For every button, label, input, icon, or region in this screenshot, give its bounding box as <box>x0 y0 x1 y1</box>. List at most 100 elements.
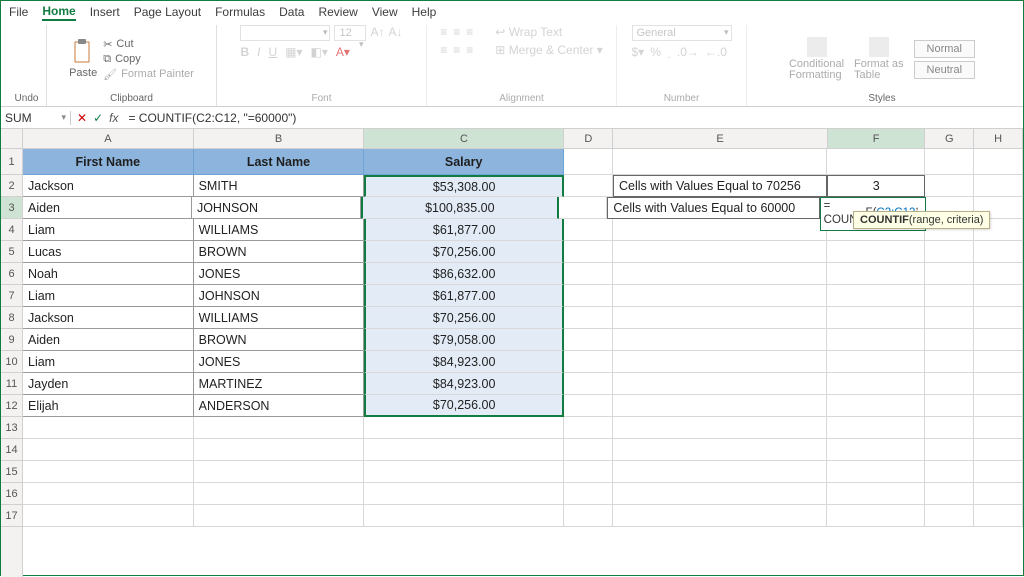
cell-g1[interactable] <box>925 149 974 175</box>
cell-a6[interactable]: Noah <box>23 263 194 285</box>
cell-b17[interactable] <box>194 505 365 527</box>
cell-h10[interactable] <box>974 351 1023 373</box>
cell-g10[interactable] <box>925 351 974 373</box>
cell-c15[interactable] <box>364 461 564 483</box>
cell-d1[interactable] <box>564 149 613 175</box>
cell-a2[interactable]: Jackson <box>23 175 194 197</box>
row-header-2[interactable]: 2 <box>1 175 22 197</box>
menu-help[interactable]: Help <box>412 5 437 19</box>
cell-g6[interactable] <box>925 263 974 285</box>
row-header-5[interactable]: 5 <box>1 241 22 263</box>
cell-f5[interactable] <box>827 241 925 263</box>
cell-a7[interactable]: Liam <box>23 285 194 307</box>
row-header-1[interactable]: 1 <box>1 149 22 175</box>
format-painter-button[interactable]: 🖌 Format Painter <box>103 68 194 81</box>
cell-e14[interactable] <box>613 439 827 461</box>
cell-f1[interactable] <box>827 149 925 175</box>
cell-g7[interactable] <box>925 285 974 307</box>
align-top-icon[interactable]: ≡ <box>440 25 447 39</box>
cell-c9[interactable]: $79,058.00 <box>364 329 564 351</box>
comma-icon[interactable]: ˏ <box>667 45 671 59</box>
col-header-d[interactable]: D <box>564 129 613 148</box>
cell-h14[interactable] <box>974 439 1023 461</box>
cell-h17[interactable] <box>974 505 1023 527</box>
cell-b11[interactable]: MARTINEZ <box>194 373 365 395</box>
cell-g12[interactable] <box>925 395 974 417</box>
cell-h2[interactable] <box>974 175 1023 197</box>
cell-g13[interactable] <box>925 417 974 439</box>
select-all-corner[interactable] <box>1 129 22 149</box>
cell-g8[interactable] <box>925 307 974 329</box>
row-header-7[interactable]: 7 <box>1 285 22 307</box>
wrap-text-button[interactable]: ↩ Wrap Text <box>495 25 562 39</box>
col-header-a[interactable]: A <box>23 129 194 148</box>
increase-font-icon[interactable]: A↑ <box>370 25 384 41</box>
cell-b8[interactable]: WILLIAMS <box>194 307 365 329</box>
font-family-combo[interactable] <box>240 25 330 41</box>
cell-d3[interactable] <box>559 197 608 219</box>
cell-c5[interactable]: $70,256.00 <box>364 241 564 263</box>
cell-c2[interactable]: $53,308.00 <box>364 175 564 197</box>
cell-e4[interactable] <box>613 219 827 241</box>
cell-g14[interactable] <box>925 439 974 461</box>
cell-g2[interactable] <box>925 175 974 197</box>
row-header-10[interactable]: 10 <box>1 351 22 373</box>
cut-button[interactable]: ✂ Cut <box>103 38 194 51</box>
cell-b2[interactable]: SMITH <box>194 175 365 197</box>
cell-e7[interactable] <box>613 285 827 307</box>
cell-e15[interactable] <box>613 461 827 483</box>
cell-a14[interactable] <box>23 439 194 461</box>
font-size-combo[interactable]: 12 <box>334 25 366 41</box>
cell-d5[interactable] <box>564 241 613 263</box>
cell-g15[interactable] <box>925 461 974 483</box>
col-header-e[interactable]: E <box>613 129 828 148</box>
cell-a13[interactable] <box>23 417 194 439</box>
cell-a4[interactable]: Liam <box>23 219 194 241</box>
col-header-g[interactable]: G <box>925 129 974 148</box>
cell-c12[interactable]: $70,256.00 <box>364 395 564 417</box>
cell-c8[interactable]: $70,256.00 <box>364 307 564 329</box>
cell-e8[interactable] <box>613 307 827 329</box>
cell-g5[interactable] <box>925 241 974 263</box>
cell-a12[interactable]: Elijah <box>23 395 194 417</box>
cell-d14[interactable] <box>564 439 613 461</box>
copy-button[interactable]: ⧉ Copy <box>103 53 194 66</box>
cell-e3[interactable]: Cells with Values Equal to 60000 <box>607 197 819 219</box>
cell-h5[interactable] <box>974 241 1023 263</box>
menu-formulas[interactable]: Formulas <box>215 5 265 19</box>
cell-a8[interactable]: Jackson <box>23 307 194 329</box>
row-headers[interactable]: 1 2 3 4 5 6 7 8 9 10 11 12 13 14 15 16 1… <box>1 129 23 577</box>
row-header-6[interactable]: 6 <box>1 263 22 285</box>
inc-decimal-icon[interactable]: .0→ <box>677 45 699 59</box>
cell-f7[interactable] <box>827 285 925 307</box>
cell-c11[interactable]: $84,923.00 <box>364 373 564 395</box>
cell-d12[interactable] <box>564 395 613 417</box>
currency-icon[interactable]: $▾ <box>632 45 645 59</box>
cell-d4[interactable] <box>564 219 613 241</box>
cell-c13[interactable] <box>364 417 564 439</box>
worksheet[interactable]: 1 2 3 4 5 6 7 8 9 10 11 12 13 14 15 16 1… <box>1 129 1023 577</box>
row-header-17[interactable]: 17 <box>1 505 22 527</box>
cell-d11[interactable] <box>564 373 613 395</box>
cell-e9[interactable] <box>613 329 827 351</box>
format-as-table-button[interactable]: Format as Table <box>854 37 904 81</box>
cell-e16[interactable] <box>613 483 827 505</box>
cell-e12[interactable] <box>613 395 827 417</box>
cell-d9[interactable] <box>564 329 613 351</box>
row-header-3[interactable]: 3 <box>1 197 22 219</box>
cell-h15[interactable] <box>974 461 1023 483</box>
cell-b15[interactable] <box>194 461 365 483</box>
cell-b5[interactable]: BROWN <box>194 241 365 263</box>
row-header-14[interactable]: 14 <box>1 439 22 461</box>
fx-icon[interactable]: fx <box>109 111 118 125</box>
cell-a5[interactable]: Lucas <box>23 241 194 263</box>
cell-b7[interactable]: JOHNSON <box>194 285 365 307</box>
cell-f11[interactable] <box>827 373 925 395</box>
align-bot-icon[interactable]: ≡ <box>466 25 473 39</box>
cell-c10[interactable]: $84,923.00 <box>364 351 564 373</box>
row-header-15[interactable]: 15 <box>1 461 22 483</box>
menu-review[interactable]: Review <box>318 5 357 19</box>
cell-c6[interactable]: $86,632.00 <box>364 263 564 285</box>
cell-f15[interactable] <box>827 461 925 483</box>
cell-d17[interactable] <box>564 505 613 527</box>
